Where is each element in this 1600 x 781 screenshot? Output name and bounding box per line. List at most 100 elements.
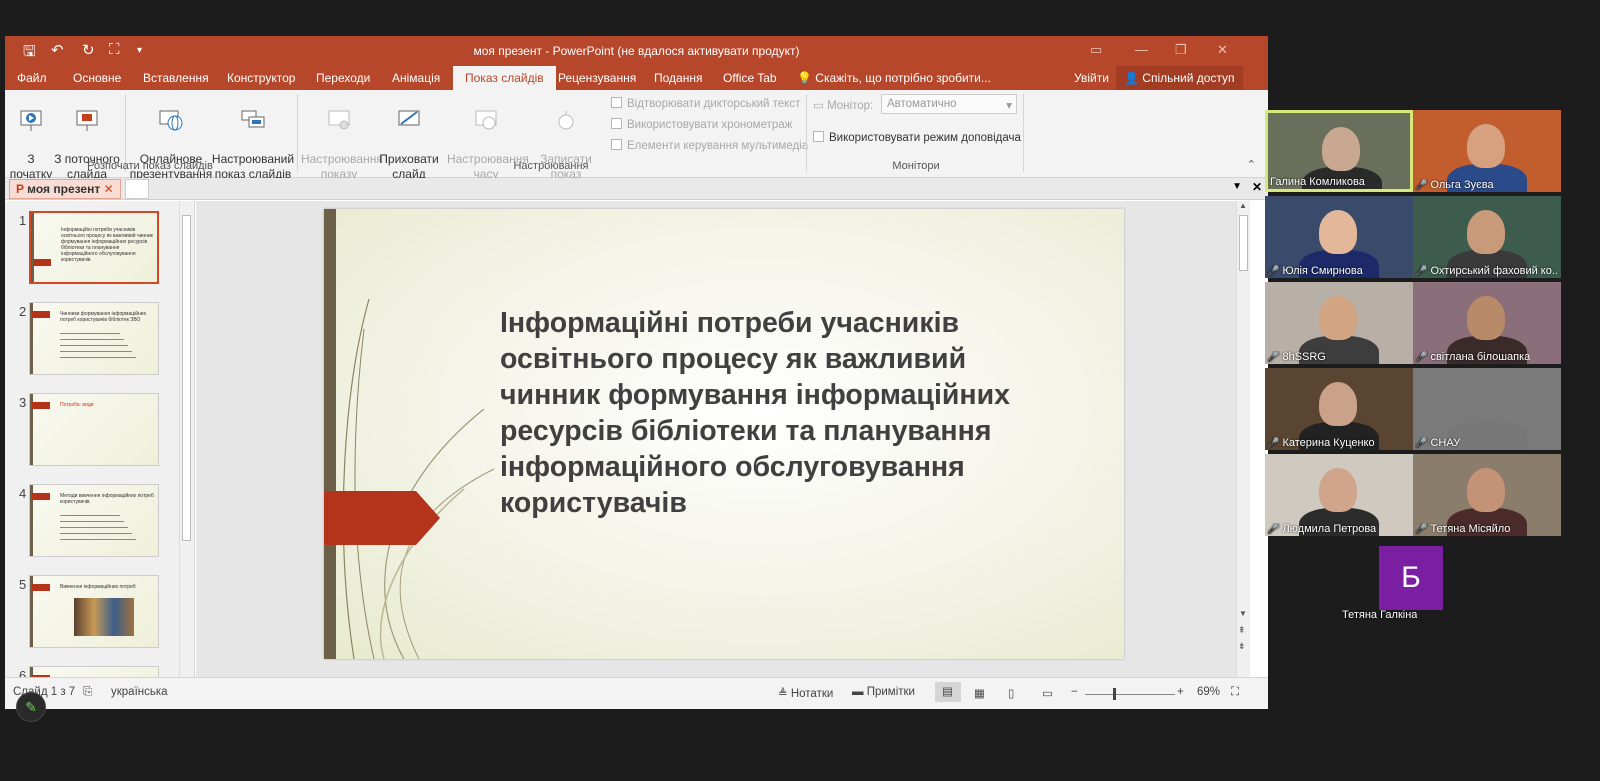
thumbnail-bullet-line — [60, 533, 132, 534]
tab-design[interactable]: Конструктор — [227, 71, 295, 85]
participant-face — [1467, 468, 1505, 512]
window-title: моя презент - PowerPoint (не вдалося акт… — [473, 44, 800, 58]
participant-tile[interactable]: 🎤 Катерина Куценко — [1265, 368, 1413, 450]
tab-list-icon[interactable]: ▼ — [1232, 181, 1242, 192]
slide-thumbnail[interactable]: Чинники формування інформаційних потреб … — [29, 302, 159, 375]
tab-review[interactable]: Рецензування — [558, 71, 636, 85]
thumbnail-number: 5 — [19, 577, 27, 592]
share-button[interactable]: 👤 Спільний доступ — [1116, 66, 1243, 90]
tab-file[interactable]: Файл — [17, 71, 47, 85]
comments-button[interactable]: ▬ Примітки — [852, 686, 915, 698]
globe-icon — [159, 110, 183, 131]
reading-view-icon[interactable]: ▯ — [1008, 686, 1014, 700]
participant-name: 🎤 Юлія Смирнова — [1267, 265, 1363, 277]
next-slide-icon[interactable]: ⇟ — [1238, 641, 1246, 652]
participant-name: 🎤 Людмила Петрова — [1267, 523, 1377, 535]
normal-view-icon[interactable]: ▤ — [935, 682, 961, 702]
minimize-icon[interactable]: — — [1135, 42, 1148, 57]
slide-thumbnail[interactable]: Інформаційні потреби учасників освітньог… — [29, 211, 159, 284]
thumbnail-number: 6 — [19, 668, 27, 677]
participant-tile[interactable]: 🎤 світлана білошапка — [1413, 282, 1561, 364]
zoom-slider[interactable] — [1085, 688, 1175, 700]
slide-thumbnail[interactable] — [29, 666, 159, 677]
tab-transitions[interactable]: Переходи — [316, 71, 370, 85]
thumbnail-accent-bar — [31, 213, 34, 282]
zoom-level[interactable]: 69% — [1197, 686, 1220, 698]
tab-insert[interactable]: Вставлення — [143, 71, 209, 85]
signin-link[interactable]: Увійти — [1074, 71, 1109, 85]
group-label-monitors: Монітори — [892, 160, 940, 172]
participant-tile[interactable]: 🎤 Юлія Смирнова — [1265, 196, 1413, 278]
presenter-view-checkbox[interactable]: Використовувати режим доповідача — [813, 131, 1021, 144]
slide-thumbnail[interactable]: Вивчення інформаційних потреб — [29, 575, 159, 648]
monitor-select[interactable]: Автоматично ▾ — [881, 94, 1017, 114]
new-tab-button[interactable] — [125, 179, 149, 199]
current-slide[interactable]: Інформаційні потреби учасників освітньог… — [324, 209, 1124, 659]
tab-home[interactable]: Основне — [73, 71, 121, 85]
participant-tile[interactable]: 🎤 Людмила Петрова — [1265, 454, 1413, 536]
zoom-in-icon[interactable]: + — [1177, 686, 1184, 698]
participant-face — [1319, 296, 1357, 340]
tab-slideshow[interactable]: Показ слайдів — [453, 66, 556, 90]
slide-title[interactable]: Інформаційні потреби учасників освітньог… — [500, 305, 1090, 521]
slideshow-start-icon — [20, 110, 42, 131]
scroll-up-icon[interactable]: ▲ — [1239, 201, 1247, 210]
chevron-down-icon: ▾ — [1006, 100, 1012, 112]
collapse-ribbon-icon[interactable]: ⌃ — [1247, 158, 1256, 171]
participant-tile[interactable]: 🎤 Охтирський фаховий ко... — [1413, 196, 1561, 278]
group-label-setup: Настроювання — [513, 160, 589, 172]
participant-tile[interactable]: Б Тетяна Галкіна — [1340, 540, 1488, 622]
participant-name: 🎤 СНАУ — [1415, 437, 1461, 449]
slide-thumbnail[interactable]: Потреба: види — [29, 393, 159, 466]
previous-slide-icon[interactable]: ⇞ — [1238, 625, 1246, 636]
participant-name: 🎤 8hSSRG — [1267, 351, 1326, 363]
restore-icon[interactable]: ❐ — [1175, 42, 1187, 58]
scroll-thumb[interactable] — [182, 215, 191, 541]
slideshow-view-icon[interactable]: ▭ — [1042, 686, 1053, 700]
mic-muted-icon: 🎤 — [1415, 180, 1428, 191]
thumbnail-arrow — [32, 311, 50, 318]
language-indicator[interactable]: українська — [111, 686, 168, 698]
mic-muted-icon: 🎤 — [1267, 438, 1280, 449]
media-controls-checkbox[interactable]: Елементи керування мультимедіа — [611, 139, 808, 152]
scroll-thumb[interactable] — [1239, 215, 1248, 271]
thumbnail-bullet-line — [60, 357, 136, 358]
slide-sorter-icon[interactable]: ▦ — [974, 686, 985, 700]
tell-me-box[interactable]: 💡 Скажіть, що потрібно зробити... — [797, 71, 991, 85]
participant-face — [1467, 124, 1505, 168]
close-all-icon[interactable]: ✕ — [1252, 180, 1262, 194]
participant-face — [1319, 382, 1357, 426]
close-icon[interactable]: ✕ — [1217, 42, 1228, 58]
tab-animations[interactable]: Анімація — [392, 71, 440, 85]
mic-muted-icon: 🎤 — [1267, 524, 1280, 535]
annotate-pen-icon[interactable]: ✎ — [16, 692, 46, 722]
thumbnails-scrollbar[interactable] — [179, 201, 193, 677]
ppt-icon: P — [16, 182, 24, 196]
document-tab[interactable]: P моя презент ✕ — [9, 179, 121, 199]
slide-thumbnail[interactable]: Методи вивчення інформаційних потреб кор… — [29, 484, 159, 557]
use-timings-checkbox[interactable]: Використовувати хронометраж — [611, 118, 792, 131]
scroll-down-icon[interactable]: ▼ — [1239, 609, 1247, 618]
ribbon-display-icon[interactable]: ▭ — [1090, 42, 1102, 58]
fit-slide-icon[interactable]: ⛶ — [1231, 686, 1239, 699]
slide-canvas: Інформаційні потреби учасників освітньог… — [196, 201, 1236, 677]
participant-tile[interactable]: Галина Комликова — [1265, 110, 1413, 192]
notes-button[interactable]: ≜ Нотатки — [778, 686, 833, 700]
stopwatch-icon — [475, 110, 497, 130]
slide-arrow-shape — [324, 491, 440, 545]
zoom-slider-handle[interactable] — [1113, 688, 1116, 700]
tab-view[interactable]: Подання — [654, 71, 702, 85]
participant-tile[interactable]: 🎤 Ольга Зуєва — [1413, 110, 1561, 192]
zoom-out-icon[interactable]: − — [1071, 686, 1078, 698]
close-tab-icon[interactable]: ✕ — [104, 182, 114, 196]
thumbnail-number: 4 — [19, 486, 27, 501]
tab-office[interactable]: Office Tab — [723, 71, 777, 85]
person-icon: 👤 — [1124, 71, 1139, 85]
participant-tile[interactable]: 🎤 Тетяна Місяйло — [1413, 454, 1561, 536]
participant-tile[interactable]: 🎤 СНАУ — [1413, 368, 1561, 450]
slide-scrollbar[interactable]: ▲ ▼ ⇞ ⇟ — [1236, 201, 1250, 677]
spellcheck-icon[interactable]: ⎘ — [83, 686, 92, 699]
participant-tile[interactable]: 🎤 8hSSRG — [1265, 282, 1413, 364]
play-narrations-checkbox[interactable]: Відтворювати дикторський текст — [611, 97, 800, 110]
separator — [297, 94, 298, 172]
